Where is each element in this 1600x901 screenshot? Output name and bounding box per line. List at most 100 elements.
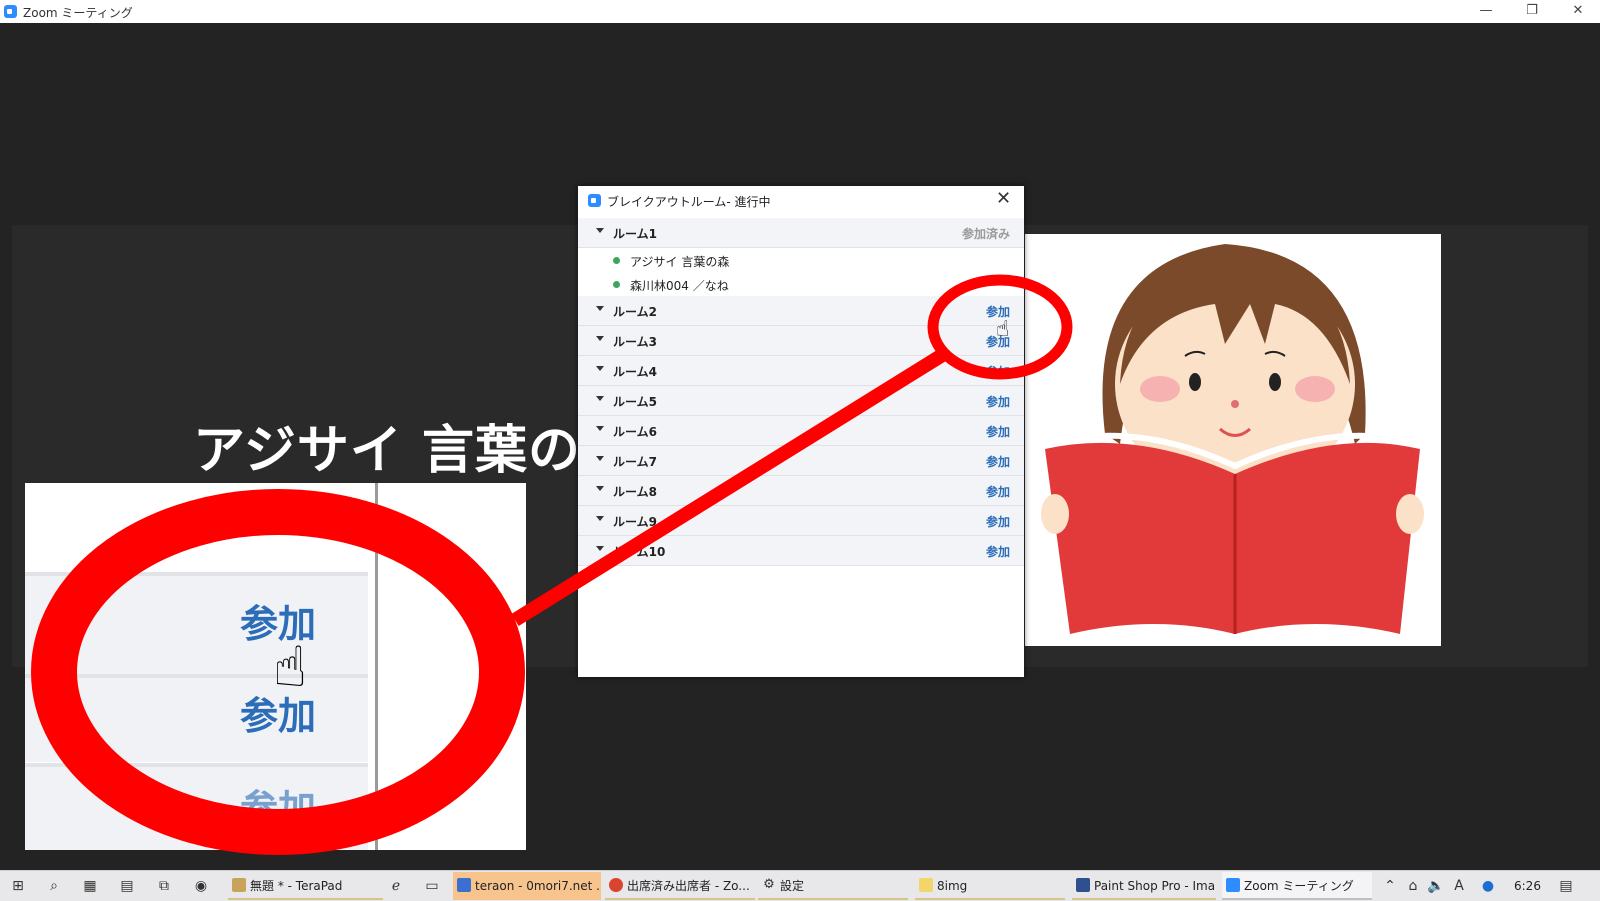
expand-caret-icon[interactable] [596, 546, 604, 551]
reading-girl-illustration [1025, 234, 1441, 646]
room-row-6[interactable]: ルーム6 参加 [578, 416, 1024, 446]
room-row-7[interactable]: ルーム7 参加 [578, 446, 1024, 476]
pinned-app-icon[interactable]: ▤ [117, 876, 137, 896]
pinned-app-icon[interactable]: ▦ [80, 876, 100, 896]
paintshop-icon [1076, 878, 1090, 892]
taskbar-app-terapad[interactable]: 無題 * - TeraPad [228, 872, 383, 900]
room-name: ルーム10 [613, 545, 666, 559]
room-name: ルーム2 [613, 305, 657, 319]
join-button[interactable]: 参加 [986, 543, 1010, 560]
taskbar-app-label: teraon - 0mori7.net ... [475, 879, 601, 893]
window-title: Zoom ミーティング [23, 6, 133, 20]
camera-icon[interactable]: ◉ [191, 876, 211, 896]
ie-icon[interactable]: ℯ [386, 876, 406, 896]
dialog-close-button[interactable]: ✕ [996, 189, 1011, 209]
terapad-icon [232, 878, 246, 892]
inset-scroll-divider [375, 483, 378, 850]
join-button[interactable]: 参加 [986, 363, 1010, 380]
window-icon[interactable]: ▭ [422, 876, 442, 896]
room-row-8[interactable]: ルーム8 参加 [578, 476, 1024, 506]
taskbar-app-label: 出席済み出席者 - Zo... [627, 879, 750, 893]
expand-caret-icon[interactable] [596, 486, 604, 491]
zoom-icon [1226, 878, 1240, 892]
hand-cursor-icon: ☝ [996, 317, 1010, 342]
room-name: ルーム3 [613, 335, 657, 349]
join-button[interactable]: 参加 [986, 423, 1010, 440]
inset-join-label-3: 参加 [240, 787, 317, 831]
member-item: 森川林004 ／なね [578, 272, 1024, 296]
taskbar-app-label: 8img [937, 879, 968, 893]
taskbar-app-label: Zoom ミーティング [1244, 879, 1354, 893]
dialog-title: ブレイクアウトルーム- 進行中 [607, 195, 771, 209]
expand-caret-icon[interactable] [596, 516, 604, 521]
inset-divider [25, 572, 368, 576]
search-icon[interactable]: ⌕ [44, 876, 64, 896]
clock[interactable]: 6:26 [1514, 879, 1541, 893]
taskbar-app-paintshop[interactable]: Paint Shop Pro - Ima... [1072, 872, 1216, 900]
taskbar-app-label: 設定 [780, 879, 805, 893]
room-name: ルーム8 [613, 485, 657, 499]
room-row-10[interactable]: ルーム10 参加 [578, 536, 1024, 566]
room-row-3[interactable]: ルーム3 参加 [578, 326, 1024, 356]
volume-icon[interactable]: 🔈 [1426, 876, 1446, 896]
zoom-icon [588, 194, 601, 207]
participant-name-display: アジサイ 言葉の森 [193, 421, 635, 481]
room-row-2[interactable]: ルーム2 参加 [578, 296, 1024, 326]
taskbar-app-settings[interactable]: ⚙ 設定 [758, 872, 908, 900]
hand-cursor-icon: ☝ [273, 635, 308, 700]
minimize-button[interactable]: — [1463, 0, 1509, 23]
join-button[interactable]: 参加 [986, 483, 1010, 500]
expand-caret-icon[interactable] [596, 366, 604, 371]
room-row-5[interactable]: ルーム5 参加 [578, 386, 1024, 416]
breakout-rooms-dialog: ブレイクアウトルーム- 進行中 ✕ ルーム1 参加済み アジサイ 言葉の森 森川… [578, 186, 1024, 677]
windows-start-icon[interactable]: ⊞ [8, 876, 28, 896]
expand-caret-icon[interactable] [596, 306, 604, 311]
status-dot-icon [613, 257, 620, 264]
expand-caret-icon[interactable] [596, 426, 604, 431]
gear-icon: ⚙ [763, 877, 775, 892]
notification-icon[interactable]: ▤ [1556, 876, 1576, 896]
room-row-1[interactable]: ルーム1 参加済み [578, 218, 1024, 248]
collapse-caret-icon[interactable] [596, 228, 604, 233]
taskbar-app-ftp[interactable]: teraon - 0mori7.net ... [453, 872, 601, 900]
room-name: ルーム6 [613, 425, 657, 439]
close-window-button[interactable]: ✕ [1555, 0, 1600, 23]
inset-row [25, 767, 368, 850]
pinned-app-icon[interactable]: ⧉ [154, 876, 174, 896]
girl-reading-book-image [1041, 244, 1424, 634]
join-button[interactable]: 参加 [986, 453, 1010, 470]
expand-caret-icon[interactable] [596, 336, 604, 341]
folder-icon [919, 878, 933, 892]
room-name: ルーム9 [613, 515, 657, 529]
taskbar-app-label: Paint Shop Pro - Ima... [1094, 879, 1216, 893]
join-button[interactable]: 参加 [986, 513, 1010, 530]
chevron-up-icon[interactable]: ⌃ [1380, 876, 1400, 896]
room-row-9[interactable]: ルーム9 参加 [578, 506, 1024, 536]
taskbar-app-folder[interactable]: 8img [915, 872, 1065, 900]
room-name: ルーム4 [613, 365, 657, 379]
join-button[interactable]: 参加 [986, 393, 1010, 410]
taskbar-app-label: 無題 * - TeraPad [250, 879, 343, 893]
member-name: アジサイ 言葉の森 [630, 255, 730, 269]
expand-caret-icon[interactable] [596, 396, 604, 401]
input-method-icon[interactable]: A [1449, 876, 1469, 896]
restore-button[interactable]: ❐ [1509, 0, 1555, 23]
member-item: アジサイ 言葉の森 [578, 248, 1024, 272]
zoom-app-icon [4, 5, 17, 18]
chrome-icon [609, 878, 623, 892]
window-title-bar: Zoom ミーティング — ❐ ✕ [0, 0, 1600, 23]
taskbar-app-chrome[interactable]: 出席済み出席者 - Zo... [605, 872, 755, 900]
taskbar-app-zoom[interactable]: Zoom ミーティング [1222, 872, 1372, 900]
ftp-icon [457, 878, 471, 892]
room-name: ルーム7 [613, 455, 657, 469]
inset-row [25, 678, 368, 762]
member-name: 森川林004 ／なね [630, 279, 729, 293]
expand-caret-icon[interactable] [596, 456, 604, 461]
cloud-icon[interactable]: ● [1478, 876, 1498, 896]
room-name: ルーム5 [613, 395, 657, 409]
room-name: ルーム1 [613, 227, 657, 241]
network-icon[interactable]: ⌂ [1403, 876, 1423, 896]
room-row-4[interactable]: ルーム4 参加 [578, 356, 1024, 386]
inset-row [25, 572, 368, 674]
status-dot-icon [613, 281, 620, 288]
